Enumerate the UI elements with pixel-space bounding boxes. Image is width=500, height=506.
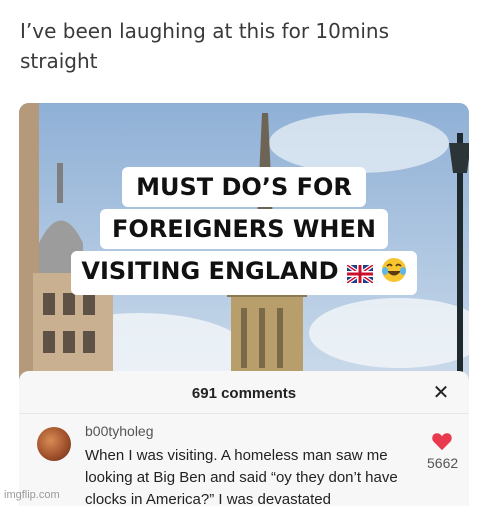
comments-panel: 691 comments ✕ b00tyholeg When I was vis…	[19, 371, 469, 506]
video-frame: MUST DO’S FOR FOREIGNERS WHEN VISITING E…	[19, 103, 469, 506]
comment-item: b00tyholeg When I was visiting. A homele…	[35, 423, 465, 506]
avatar[interactable]	[37, 427, 71, 461]
divider	[19, 413, 469, 414]
post-caption: I’ve been laughing at this for 10mins st…	[20, 19, 389, 73]
comments-count: 691 comments	[191, 385, 297, 402]
title-line-1: MUST DO’S FOR	[122, 167, 366, 207]
uk-flag-icon	[345, 255, 374, 295]
like-count: 5662	[427, 455, 459, 471]
comment-username[interactable]: b00tyholeg	[85, 423, 154, 439]
title-line-3: VISITING ENGLAND	[71, 251, 417, 295]
watermark: imgflip.com	[4, 489, 60, 501]
comment-text: When I was visiting. A homeless man saw …	[85, 447, 398, 506]
tears-of-joy-icon	[381, 255, 407, 295]
title-line-2: FOREIGNERS WHEN	[100, 209, 388, 249]
close-icon[interactable]: ✕	[431, 383, 451, 403]
video-title-overlay: MUST DO’S FOR FOREIGNERS WHEN VISITING E…	[19, 167, 469, 297]
heart-icon[interactable]	[431, 431, 453, 451]
